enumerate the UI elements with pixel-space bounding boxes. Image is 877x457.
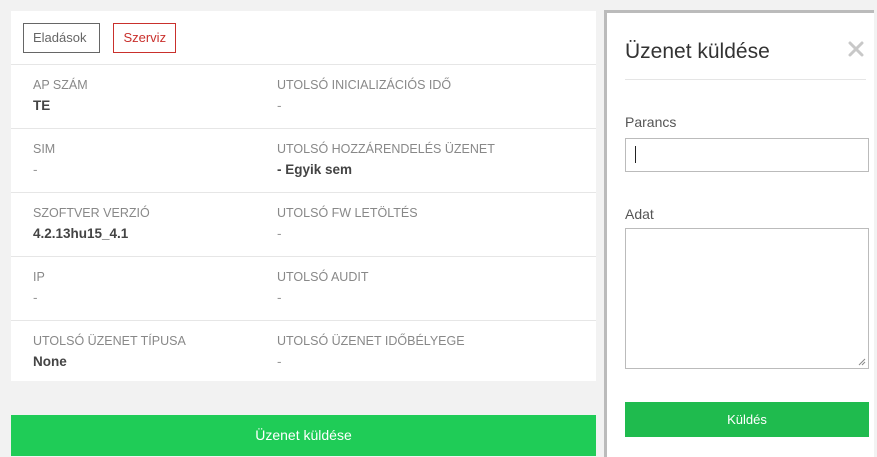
data-label: Adat bbox=[625, 206, 654, 222]
last-init-time-label: UTOLSÓ INICIALIZÁCIÓS IDŐ bbox=[277, 78, 452, 92]
sim-value: - bbox=[33, 162, 38, 177]
ap-number-label: AP SZÁM bbox=[33, 78, 88, 92]
info-row-ap: AP SZÁM TE UTOLSÓ INICIALIZÁCIÓS IDŐ - bbox=[11, 64, 596, 128]
sim-label: SIM bbox=[33, 142, 56, 156]
info-row-ip: IP - UTOLSÓ AUDIT - bbox=[11, 256, 596, 320]
ip-value: - bbox=[33, 290, 38, 305]
modal-divider bbox=[625, 79, 866, 80]
last-message-type-value: None bbox=[33, 354, 67, 369]
info-row-software: SZOFTVER VERZIÓ 4.2.13hu15_4.1 UTOLSÓ FW… bbox=[11, 192, 596, 256]
last-audit-value: - bbox=[277, 290, 282, 305]
tab-sales[interactable]: Eladások bbox=[23, 23, 100, 53]
software-version-label: SZOFTVER VERZIÓ bbox=[33, 206, 150, 220]
tab-bar: Eladások Szerviz bbox=[23, 23, 185, 53]
software-version-value: 4.2.13hu15_4.1 bbox=[33, 226, 129, 241]
close-icon[interactable] bbox=[848, 38, 864, 62]
send-message-button[interactable]: Üzenet küldése bbox=[11, 415, 596, 456]
info-row-sim: SIM - UTOLSÓ HOZZÁRENDELÉS ÜZENET - Egyi… bbox=[11, 128, 596, 192]
text-caret bbox=[635, 146, 636, 163]
send-message-modal: Üzenet küldése Parancs Adat Küldés bbox=[604, 10, 874, 457]
resize-grip-icon[interactable] bbox=[858, 358, 866, 366]
info-row-last-message: UTOLSÓ ÜZENET TÍPUSA None UTOLSÓ ÜZENET … bbox=[11, 320, 596, 384]
command-input[interactable] bbox=[625, 138, 869, 172]
last-message-timestamp-label: UTOLSÓ ÜZENET IDŐBÉLYEGE bbox=[277, 334, 465, 348]
device-info-card: Eladások Szerviz AP SZÁM TE UTOLSÓ INICI… bbox=[11, 11, 596, 381]
last-message-timestamp-value: - bbox=[277, 354, 282, 369]
last-assignment-message-label: UTOLSÓ HOZZÁRENDELÉS ÜZENET bbox=[277, 142, 495, 156]
last-message-type-label: UTOLSÓ ÜZENET TÍPUSA bbox=[33, 334, 186, 348]
send-button[interactable]: Küldés bbox=[625, 402, 869, 437]
last-fw-download-label: UTOLSÓ FW LETÖLTÉS bbox=[277, 206, 418, 220]
last-assignment-message-value: - Egyik sem bbox=[277, 162, 353, 177]
tab-service[interactable]: Szerviz bbox=[113, 23, 177, 53]
data-textarea[interactable] bbox=[625, 228, 869, 369]
last-fw-download-value: - bbox=[277, 226, 282, 241]
command-label: Parancs bbox=[625, 114, 677, 130]
close-icon-glyph bbox=[848, 41, 864, 57]
modal-title: Üzenet küldése bbox=[625, 40, 770, 63]
last-init-time-value: - bbox=[277, 98, 282, 113]
last-audit-label: UTOLSÓ AUDIT bbox=[277, 270, 369, 284]
ip-label: IP bbox=[33, 270, 45, 284]
device-info-grid: AP SZÁM TE UTOLSÓ INICIALIZÁCIÓS IDŐ - S… bbox=[11, 64, 596, 384]
ap-number-value: TE bbox=[33, 98, 51, 113]
